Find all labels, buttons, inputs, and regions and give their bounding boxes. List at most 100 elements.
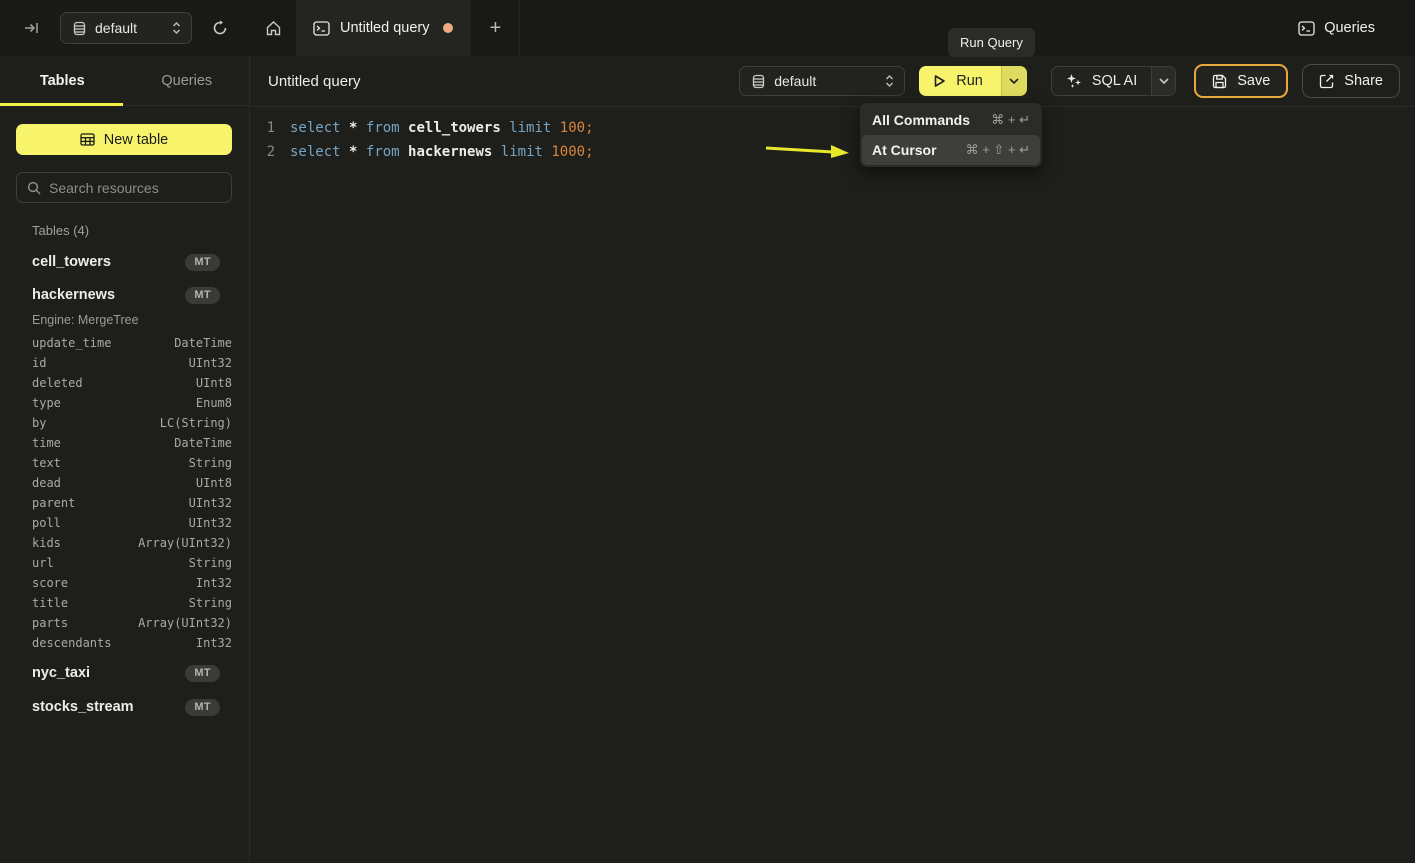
column-row[interactable]: deletedUInt8 xyxy=(32,373,232,393)
column-row[interactable]: pollUInt32 xyxy=(32,513,232,533)
column-row[interactable]: scoreInt32 xyxy=(32,573,232,593)
refresh-button[interactable] xyxy=(208,16,232,40)
token-kw: limit xyxy=(509,120,551,136)
line-number: 1 xyxy=(250,120,275,136)
queries-terminal-icon xyxy=(1298,21,1315,36)
column-name: parts xyxy=(32,616,68,630)
tab-home[interactable] xyxy=(250,0,297,56)
column-name: score xyxy=(32,576,68,590)
table-name: hackernews xyxy=(32,287,115,303)
sidebar-tab-tables[interactable]: Tables xyxy=(0,56,125,105)
token-sp xyxy=(400,120,408,136)
database-icon xyxy=(73,21,86,36)
table-row-stocks-stream[interactable]: stocks_stream MT xyxy=(32,695,220,719)
column-name: type xyxy=(32,396,61,410)
token-ident: cell_towers xyxy=(408,120,501,136)
token-num: ; xyxy=(585,120,593,136)
column-row[interactable]: title String xyxy=(32,593,232,613)
column-type: Array(UInt32) xyxy=(138,536,232,550)
column-row[interactable]: parent UInt32 xyxy=(32,493,232,513)
queries-label: Queries xyxy=(1324,20,1375,36)
column-row[interactable]: dead UInt8 xyxy=(32,473,232,493)
token-kw: select xyxy=(290,120,341,136)
share-label: Share xyxy=(1344,73,1383,89)
column-row[interactable]: partsArray(UInt32) xyxy=(32,613,232,633)
column-row[interactable]: typeEnum8 xyxy=(32,393,232,413)
new-table-button[interactable]: New table xyxy=(16,124,232,155)
top-bar-left: default xyxy=(0,0,250,56)
query-title: Untitled query xyxy=(268,73,361,90)
menu-item-at-cursor[interactable]: At Cursor⌘ + ⇧ + ↵ xyxy=(862,135,1040,165)
column-name: poll xyxy=(32,516,61,530)
engine-badge: MT xyxy=(185,699,220,716)
tab-label: Untitled query xyxy=(340,20,429,36)
search-box xyxy=(16,172,232,203)
column-row[interactable]: idUInt32 xyxy=(32,353,232,373)
plus-icon: + xyxy=(490,17,502,40)
sql-ai-caret[interactable] xyxy=(1151,67,1175,95)
collapse-sidebar-button[interactable] xyxy=(20,17,44,39)
topbar-database-selector[interactable]: default xyxy=(60,12,192,44)
column-type: UInt8 xyxy=(196,476,232,490)
column-row[interactable]: byLC(String) xyxy=(32,413,232,433)
toolbar-database-selector[interactable]: default xyxy=(739,66,905,96)
queries-button[interactable]: Queries xyxy=(1298,20,1375,36)
topbar-database-value: default xyxy=(95,20,137,36)
save-label: Save xyxy=(1237,73,1270,89)
run-query-tooltip: Run Query xyxy=(948,28,1035,57)
run-options-caret[interactable] xyxy=(1001,66,1027,96)
engine-badge: MT xyxy=(185,287,220,304)
token-sp xyxy=(357,144,365,160)
token-ident: hackernews xyxy=(408,144,492,160)
save-button[interactable]: Save xyxy=(1194,64,1288,98)
column-name: kids xyxy=(32,536,61,550)
sql-editor[interactable]: 1select * from cell_towers limit 100;2se… xyxy=(250,107,1415,863)
sql-ai-split-button: SQL AI xyxy=(1051,66,1176,96)
column-name: dead xyxy=(32,476,61,490)
refresh-icon xyxy=(212,20,228,36)
sql-console-app: default xyxy=(0,0,1415,863)
table-row-cell-towers[interactable]: cell_towers MT xyxy=(32,250,220,274)
run-button[interactable]: Run xyxy=(919,66,1001,96)
menu-item-label: At Cursor xyxy=(872,142,937,158)
sql-ai-button[interactable]: SQL AI xyxy=(1052,67,1151,95)
engine-badge: MT xyxy=(185,254,220,271)
menu-item-label: All Commands xyxy=(872,112,970,128)
column-type: String xyxy=(189,596,232,610)
token-kw: limit xyxy=(501,144,543,160)
token-sp xyxy=(341,144,349,160)
column-name: time xyxy=(32,436,61,450)
toolbar-database-value: default xyxy=(774,73,816,89)
menu-item-all-commands[interactable]: All Commands ⌘ + ↵ xyxy=(862,105,1040,135)
share-icon xyxy=(1319,74,1334,89)
column-row[interactable]: descendantsInt32 xyxy=(32,633,232,653)
home-icon xyxy=(265,20,282,37)
column-row[interactable]: update_timeDateTime xyxy=(32,333,232,353)
column-name: title xyxy=(32,596,68,610)
chevron-updown-icon xyxy=(172,21,181,35)
new-table-label: New table xyxy=(104,132,168,148)
column-row[interactable]: textString xyxy=(32,453,232,473)
column-row[interactable]: urlString xyxy=(32,553,232,573)
token-sp xyxy=(551,120,559,136)
terminal-icon xyxy=(313,21,330,36)
column-row[interactable]: timeDateTime xyxy=(32,433,232,453)
tab-untitled-query[interactable]: Untitled query xyxy=(297,0,471,56)
token-num: 100 xyxy=(560,120,585,136)
column-type: String xyxy=(189,456,232,470)
column-row[interactable]: kids Array(UInt32) xyxy=(32,533,232,553)
token-num: 1000 xyxy=(551,144,585,160)
share-button[interactable]: Share xyxy=(1302,64,1400,98)
search-input[interactable] xyxy=(49,180,221,196)
code-line: 2select * from hackernews limit 1000; xyxy=(250,140,1415,164)
sidebar-tab-queries[interactable]: Queries xyxy=(125,56,250,105)
table-row-nyc-taxi[interactable]: nyc_taxi MT xyxy=(32,661,220,685)
table-row-hackernews[interactable]: hackernews MT xyxy=(32,283,220,307)
new-tab-button[interactable]: + xyxy=(471,0,520,56)
column-name: parent xyxy=(32,496,75,510)
column-type: UInt32 xyxy=(189,496,232,510)
menu-item-shortcut: ⌘ + ↵ xyxy=(991,112,1030,128)
search-icon xyxy=(27,181,41,195)
query-toolbar: Untitled query default xyxy=(250,56,1415,107)
run-options-menu: All Commands ⌘ + ↵ At Cursor⌘ + ⇧ + ↵ xyxy=(860,103,1042,167)
